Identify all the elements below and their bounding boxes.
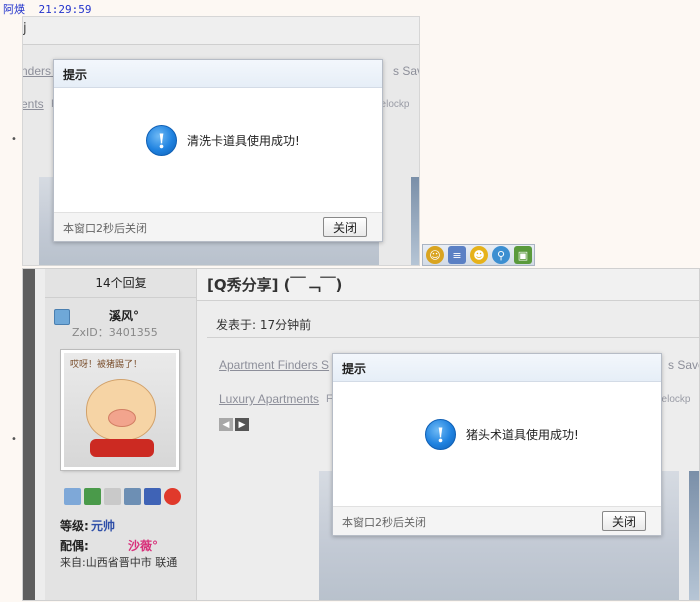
avatar-caption: 哎呀！被猪踢了！ — [70, 360, 143, 370]
link-luxury-apartments[interactable]: Luxury Apartments — [219, 392, 319, 406]
dialog-message-text: 猪头术道具使用成功! — [466, 428, 579, 442]
bullet-dot: • — [11, 134, 17, 145]
screenshot-image-1: j nders S s Save ents F eelockp 提示 ! 清洗卡… — [22, 16, 420, 266]
left-dark-bar — [23, 269, 35, 600]
prompt-dialog: 提示 ! 猪头术道具使用成功! 本窗口2秒后关闭 关闭 — [332, 353, 662, 536]
prev-arrow-icon[interactable]: ◀ — [219, 418, 233, 431]
user-action-icons — [61, 485, 185, 507]
close-button[interactable]: 关闭 — [602, 511, 646, 531]
dialog-title: 提示 — [333, 354, 661, 382]
message-time: 21:29:59 — [38, 3, 92, 16]
page-top-bar: j — [23, 17, 419, 45]
rank-value: 元帅 — [91, 519, 116, 533]
dialog-title: 提示 — [54, 60, 382, 88]
prompt-dialog: 提示 ! 清洗卡道具使用成功! 本窗口2秒后关闭 关闭 — [53, 59, 383, 242]
close-button[interactable]: 关闭 — [323, 217, 367, 237]
profile-icon[interactable] — [104, 487, 121, 505]
image-nav: ◀ ▶ — [219, 418, 249, 431]
smile-icon[interactable]: ☺ — [426, 246, 444, 264]
mail-icon[interactable] — [64, 487, 81, 505]
content-image-edge — [689, 471, 699, 600]
search-user-icon[interactable]: ⚲ — [492, 246, 510, 264]
link-save[interactable]: s Save — [393, 64, 419, 78]
auto-close-text: 本窗口2秒后关闭 — [342, 516, 426, 529]
link-save[interactable]: s Save — [668, 358, 699, 372]
dialog-message-text: 清洗卡道具使用成功! — [187, 134, 300, 148]
info-icon: ! — [146, 125, 177, 156]
dialog-footer: 本窗口2秒后关闭 关闭 — [54, 212, 382, 241]
red-scarf — [90, 439, 154, 457]
dialog-message: ! 猪头术道具使用成功! — [425, 419, 579, 450]
posted-time: 发表于: 17分钟前 — [216, 318, 312, 332]
thread-header: [Q秀分享] (￣﹁￣) — [197, 269, 699, 301]
sender-name: 阿煐 — [3, 3, 25, 16]
chat-header: 阿煐 21:29:59 — [3, 1, 91, 17]
divider — [207, 337, 699, 338]
add-friend-icon[interactable] — [84, 487, 101, 505]
qq-icon[interactable] — [164, 487, 181, 505]
reply-count: 14个回复 — [45, 269, 197, 298]
info-card-icon[interactable] — [124, 487, 141, 505]
user-icon — [54, 309, 70, 325]
avatar: 哎呀！被猪踢了！ — [60, 349, 180, 471]
link-luxury-apartments[interactable]: ents — [23, 97, 44, 111]
info-icon: ! — [425, 419, 456, 450]
content-image-edge — [411, 177, 419, 265]
username[interactable]: 溪风° — [109, 307, 139, 324]
user-id: ZxID：3401355 — [72, 326, 158, 339]
link-apartment-finders[interactable]: Apartment Finders S — [219, 358, 329, 372]
page-fragment-text: j — [23, 21, 27, 36]
dialog-footer: 本窗口2秒后关闭 关闭 — [333, 506, 661, 535]
spouse-value[interactable]: 沙薇° — [128, 537, 158, 554]
screenshot-image-2: 14个回复 [Q秀分享] (￣﹁￣) 溪风° ZxID：3401355 哎呀！被… — [22, 268, 700, 601]
auto-close-text: 本窗口2秒后关闭 — [63, 222, 147, 235]
next-arrow-icon[interactable]: ▶ — [235, 418, 249, 431]
spouse-label: 配偶: — [60, 539, 89, 553]
thread-title: [Q秀分享] (￣﹁￣) — [207, 276, 343, 294]
chat-screenshot: { "chat": { "sender": "阿煐", "time": "21:… — [0, 0, 700, 602]
pig-snout — [108, 409, 136, 427]
location-text: 来自:山西省晋中市 联通 — [60, 556, 178, 569]
emoji-icon[interactable]: ☻ — [470, 246, 488, 264]
dialog-message: ! 清洗卡道具使用成功! — [146, 125, 300, 156]
note-icon[interactable]: ≡ — [448, 246, 466, 264]
blocks-icon[interactable] — [144, 487, 161, 505]
image-icon[interactable]: ▣ — [514, 246, 532, 264]
bullet-dot: • — [11, 434, 17, 445]
message-toolbar: ☺ ≡ ☻ ⚲ ▣ — [422, 244, 535, 266]
rank-label: 等级: — [60, 519, 89, 533]
